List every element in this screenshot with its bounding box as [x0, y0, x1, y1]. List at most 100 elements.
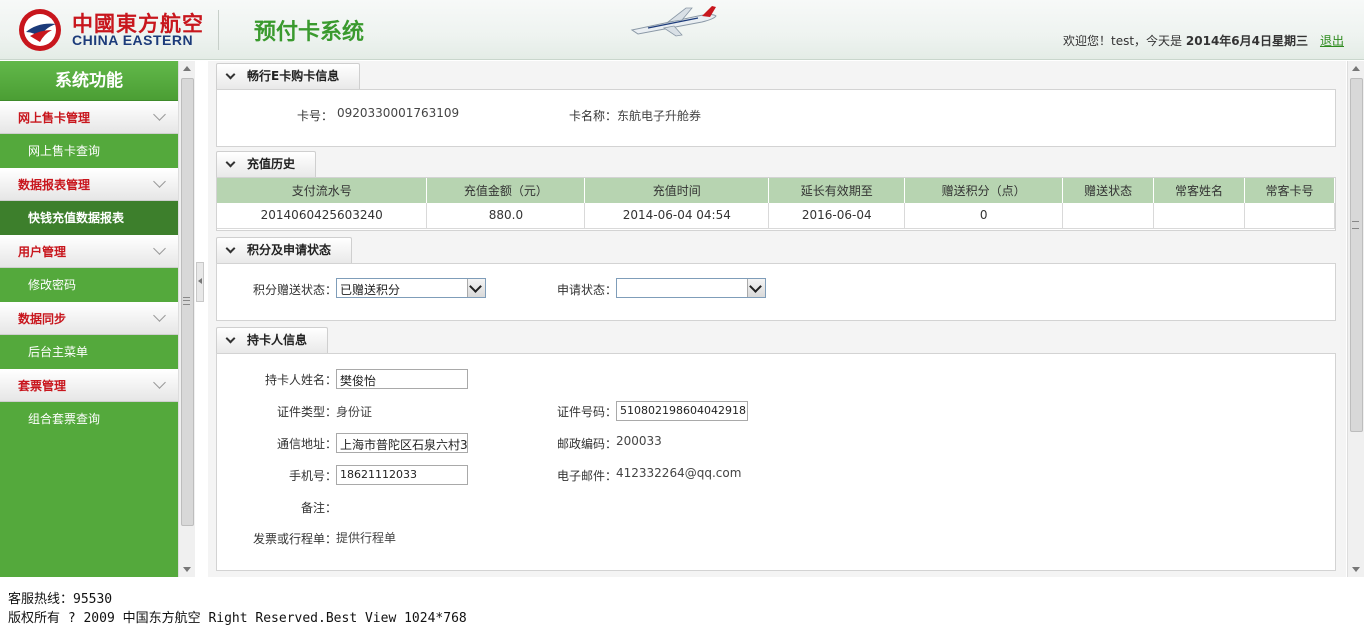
welcome-prefix: 欢迎您！test，今天是 — [1063, 34, 1186, 48]
welcome-text: 欢迎您！test，今天是 2014年6月4日星期三 — [1063, 32, 1308, 49]
menu-item-backend-main-menu[interactable]: 后台主菜单 — [0, 335, 178, 369]
email-label: 电子邮件： — [557, 469, 618, 483]
menu-group-label: 网上售卡管理 — [18, 111, 91, 125]
main-content: 畅行E卡购卡信息 卡号： 0920330001763109 卡名称： 东航电子升… — [208, 61, 1346, 577]
sidebar-title: 系统功能 — [0, 61, 178, 101]
column-header: 充值时间 — [584, 178, 770, 203]
page-header: 中國東方航空 CHINA EASTERN 预付卡系统 欢迎您！test，今天是 … — [0, 0, 1364, 60]
menu-group-label: 数据同步 — [18, 312, 67, 326]
chevron-down-icon — [225, 243, 236, 254]
table-cell: 2016-06-04 — [768, 203, 906, 229]
scroll-down-arrow-icon[interactable] — [183, 567, 191, 572]
invoice-value: 提供行程单 — [336, 531, 397, 545]
recharge-history-tab[interactable]: 充值历史 — [216, 151, 317, 177]
card-name-value: 东航电子升舱券 — [617, 109, 702, 123]
column-header: 充值金额（元） — [426, 178, 586, 203]
scrollbar-thumb[interactable] — [1350, 78, 1363, 432]
section-title: 持卡人信息 — [247, 333, 308, 347]
column-header: 赠送状态 — [1062, 178, 1155, 203]
menu-item-change-password[interactable]: 修改密码 — [0, 268, 178, 302]
address-input[interactable]: 上海市普陀区石泉六村30 — [336, 433, 468, 453]
chevron-down-icon — [153, 175, 166, 188]
section-title: 畅行E卡购卡信息 — [247, 69, 340, 83]
dropdown-arrow-icon[interactable] — [467, 279, 485, 297]
apply-status-label: 申请状态： — [557, 283, 618, 297]
copyright-text: 版权所有 ? 2009 中国东方航空 Right Reserved.Best V… — [8, 611, 467, 626]
card-holder-tab[interactable]: 持卡人信息 — [216, 327, 329, 353]
scroll-down-arrow-icon[interactable] — [1352, 567, 1360, 572]
id-number-label: 证件号码： — [557, 405, 618, 419]
chevron-down-icon — [225, 333, 236, 344]
sidebar-scrollbar[interactable] — [178, 61, 195, 577]
header-divider — [218, 10, 219, 50]
menu-group-data-sync[interactable]: 数据同步 — [0, 302, 178, 335]
menu-item-package-query[interactable]: 组合套票查询 — [0, 402, 178, 436]
id-type-label: 证件类型： — [277, 405, 338, 419]
recharge-history-section: 充值历史 支付流水号 充值金额（元） 充值时间 延长有效期至 赠送积分（点） 赠… — [216, 151, 1336, 231]
china-eastern-logo-icon — [19, 9, 61, 51]
section-title: 积分及申请状态 — [247, 243, 332, 257]
dropdown-arrow-icon[interactable] — [747, 279, 765, 297]
card-info-body: 卡号： 0920330001763109 卡名称： 东航电子升舱券 — [216, 89, 1336, 147]
system-title: 预付卡系统 — [254, 20, 365, 45]
scrollbar-grip-icon — [183, 297, 190, 305]
chevron-down-icon — [153, 309, 166, 322]
menu-item-kuaiqian-report[interactable]: 快钱充值数据报表 — [0, 201, 178, 235]
menu-group-report-management[interactable]: 数据报表管理 — [0, 168, 178, 201]
section-title: 充值历史 — [247, 157, 296, 171]
menu-group-ticket-package[interactable]: 套票管理 — [0, 369, 178, 402]
holder-name-input[interactable]: 樊俊怡 — [336, 369, 468, 389]
main-scrollbar[interactable] — [1347, 61, 1364, 577]
id-number-input[interactable]: 510802198604042918 — [616, 401, 748, 421]
table-cell: 880.0 — [426, 203, 586, 229]
mobile-label: 手机号： — [289, 469, 338, 483]
gift-status-select[interactable]: 已赠送积分 — [336, 278, 486, 298]
holder-name-label: 持卡人姓名： — [265, 373, 338, 387]
postcode-label: 邮政编码： — [557, 437, 618, 451]
page-footer: 客服热线：95530 版权所有 ? 2009 中国东方航空 Right Rese… — [8, 590, 467, 628]
table-header-row: 支付流水号 充值金额（元） 充值时间 延长有效期至 赠送积分（点） 赠送状态 常… — [217, 178, 1335, 203]
menu-group-online-card-sales[interactable]: 网上售卡管理 — [0, 101, 178, 134]
card-number-label: 卡号： — [297, 109, 334, 123]
remark-label: 备注： — [301, 501, 338, 515]
gift-status-label: 积分赠送状态： — [253, 283, 338, 297]
sidebar: 系统功能 网上售卡管理 网上售卡查询 数据报表管理 快钱充值数据报表 用户管理 … — [0, 61, 178, 577]
column-header: 延长有效期至 — [768, 178, 906, 203]
column-header: 支付流水号 — [217, 178, 428, 203]
table-cell: 2014-06-04 04:54 — [584, 203, 770, 229]
card-info-section: 畅行E卡购卡信息 卡号： 0920330001763109 卡名称： 东航电子升… — [216, 63, 1336, 147]
recharge-history-table: 支付流水号 充值金额（元） 充值时间 延长有效期至 赠送积分（点） 赠送状态 常… — [217, 178, 1335, 229]
address-label: 通信地址： — [277, 437, 338, 451]
card-info-tab[interactable]: 畅行E卡购卡信息 — [216, 63, 361, 89]
mobile-input[interactable]: 18621112033 — [336, 465, 468, 485]
menu-item-online-card-query[interactable]: 网上售卡查询 — [0, 134, 178, 168]
scrollbar-grip-icon — [1352, 221, 1359, 229]
apply-status-select[interactable] — [616, 278, 766, 298]
chevron-down-icon — [225, 157, 236, 168]
column-header: 赠送积分（点） — [904, 178, 1064, 203]
table-cell — [1153, 203, 1245, 229]
airplane-icon — [630, 6, 717, 37]
menu-group-label: 数据报表管理 — [18, 178, 91, 192]
logout-link[interactable]: 退出 — [1320, 32, 1344, 49]
welcome-date: 2014年6月4日星期三 — [1185, 34, 1308, 48]
card-holder-body: 持卡人姓名： 樊俊怡 证件类型： 身份证 证件号码： 5108021986040… — [216, 353, 1336, 571]
sidebar-collapse-handle[interactable] — [196, 262, 204, 302]
scroll-up-arrow-icon[interactable] — [183, 66, 191, 71]
points-status-tab[interactable]: 积分及申请状态 — [216, 237, 353, 263]
chevron-down-icon — [225, 69, 236, 80]
card-name-label: 卡名称： — [569, 109, 618, 123]
card-number-value: 0920330001763109 — [337, 106, 460, 120]
points-status-body: 积分赠送状态： 已赠送积分 申请状态： — [216, 263, 1336, 321]
table-cell — [1244, 203, 1335, 229]
table-cell: 0 — [904, 203, 1064, 229]
email-value: 412332264@qq.com — [616, 466, 742, 480]
menu-group-user-management[interactable]: 用户管理 — [0, 235, 178, 268]
table-row: 2014060425603240 880.0 2014-06-04 04:54 … — [217, 203, 1335, 229]
column-header: 常客卡号 — [1244, 178, 1335, 203]
invoice-label: 发票或行程单： — [253, 532, 338, 546]
scroll-up-arrow-icon[interactable] — [1352, 66, 1360, 71]
menu-group-label: 用户管理 — [18, 245, 67, 259]
chevron-down-icon — [153, 376, 166, 389]
card-holder-section: 持卡人信息 持卡人姓名： 樊俊怡 证件类型： 身份证 证件号码： 5108021… — [216, 327, 1336, 571]
